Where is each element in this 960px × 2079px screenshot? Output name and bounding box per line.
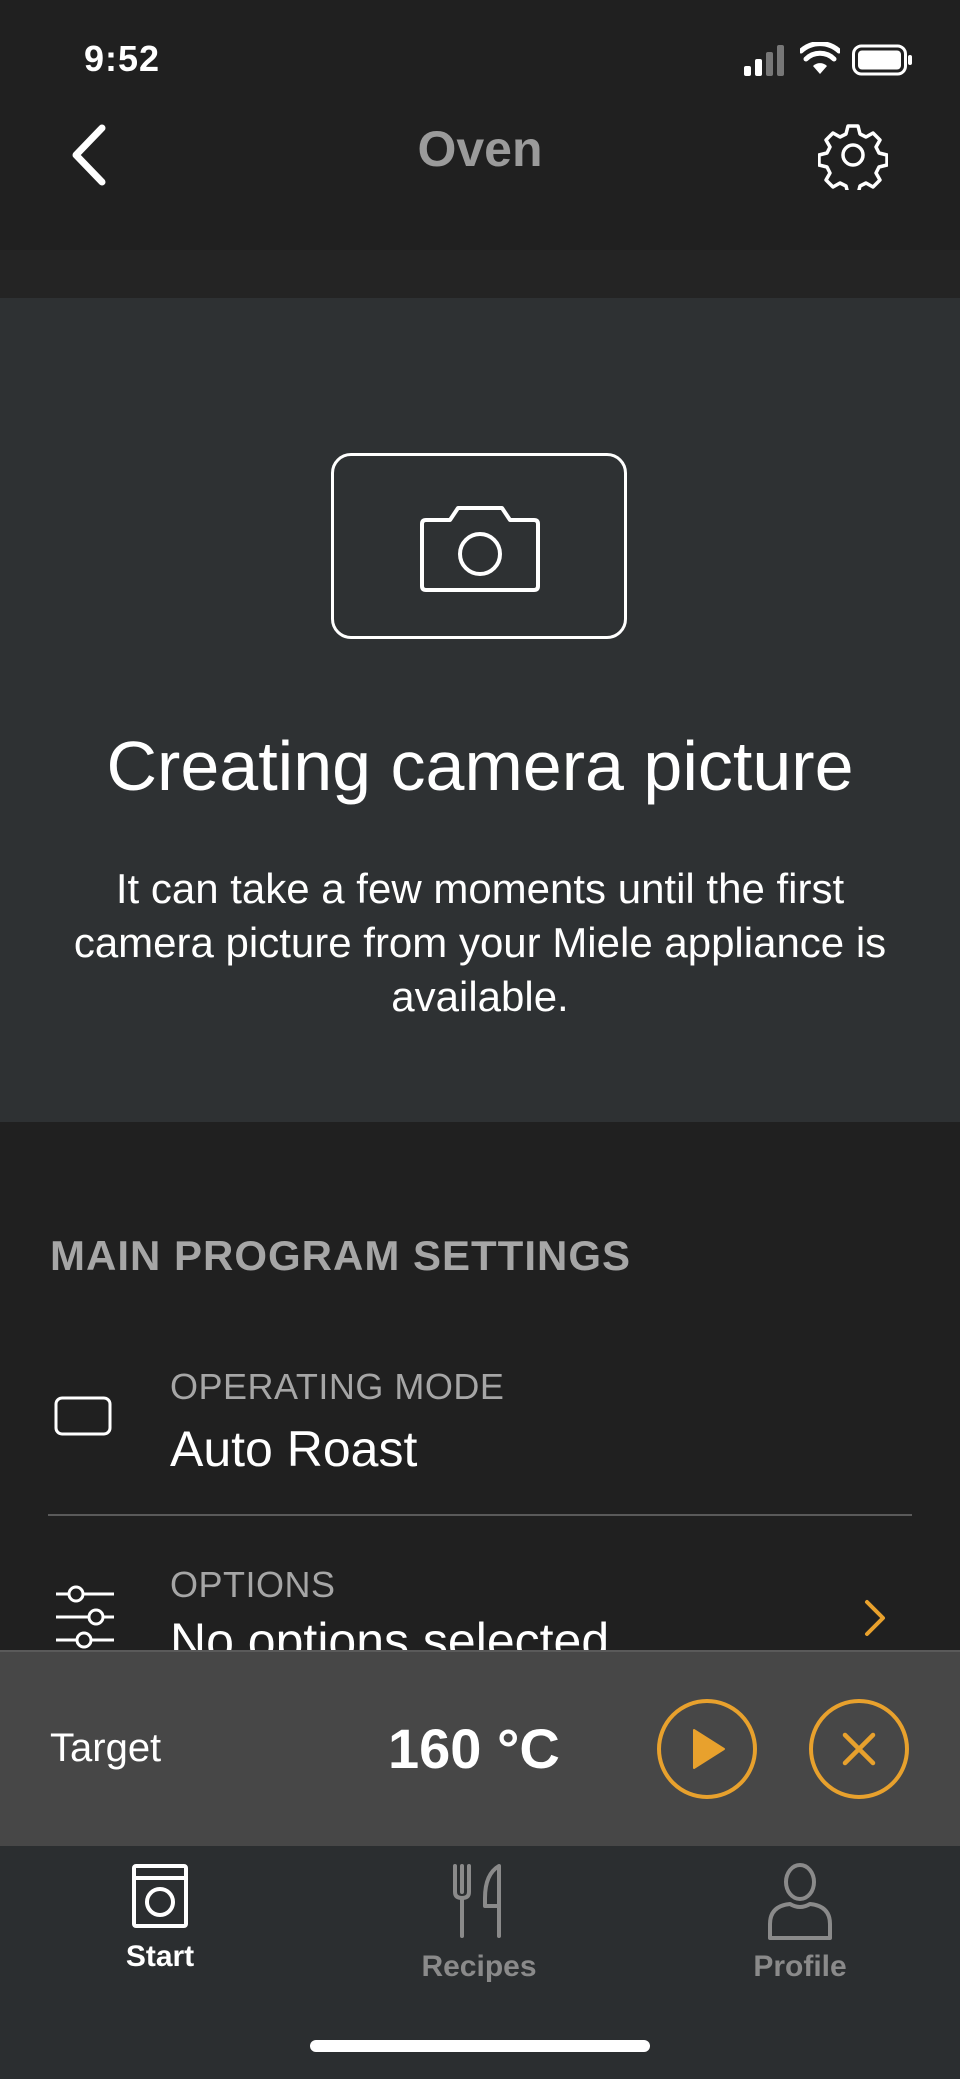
section-title: MAIN PROGRAM SETTINGS bbox=[50, 1232, 632, 1279]
status-time: 9:52 bbox=[84, 38, 161, 79]
play-icon bbox=[693, 1729, 725, 1769]
camera-status-title: Creating camera picture bbox=[106, 727, 854, 805]
sliders-icon bbox=[56, 1585, 114, 1649]
page-title: Oven bbox=[417, 121, 543, 177]
target-label: Target bbox=[50, 1726, 162, 1770]
header-separator bbox=[0, 250, 960, 298]
start-button[interactable] bbox=[657, 1699, 757, 1799]
tab-profile-label: Profile bbox=[753, 1950, 847, 1983]
wifi-icon bbox=[800, 42, 840, 74]
home-indicator bbox=[310, 2040, 650, 2052]
operating-mode-icon bbox=[54, 1396, 112, 1436]
options-label: OPTIONS bbox=[170, 1564, 336, 1605]
tab-start-label: Start bbox=[125, 1940, 195, 1973]
person-icon bbox=[768, 1863, 832, 1940]
gear-icon[interactable] bbox=[818, 120, 888, 190]
cancel-button[interactable] bbox=[809, 1699, 909, 1799]
oven-icon bbox=[132, 1864, 188, 1928]
options-value: No options selected bbox=[170, 1613, 610, 1650]
battery-icon bbox=[852, 44, 912, 76]
fork-knife-icon bbox=[453, 1864, 501, 1938]
tab-profile[interactable]: Profile bbox=[680, 1862, 920, 1992]
cellular-signal-icon bbox=[744, 45, 784, 76]
target-temperature: 160 °C bbox=[388, 1717, 560, 1780]
tab-start[interactable]: Start bbox=[40, 1862, 280, 1992]
tab-recipes-label: Recipes bbox=[421, 1950, 537, 1983]
close-icon bbox=[842, 1732, 876, 1766]
operating-mode-label: OPERATING MODE bbox=[170, 1366, 505, 1407]
operating-mode-value[interactable]: Auto Roast bbox=[170, 1420, 417, 1478]
divider bbox=[48, 1514, 912, 1516]
camera-status-message: It can take a few moments until the firs… bbox=[73, 865, 887, 1020]
tab-recipes[interactable]: Recipes bbox=[359, 1862, 599, 1992]
chevron-right-icon[interactable] bbox=[862, 1596, 888, 1640]
camera-icon bbox=[420, 506, 540, 592]
options-row[interactable]: No options selected bbox=[170, 1610, 870, 1650]
